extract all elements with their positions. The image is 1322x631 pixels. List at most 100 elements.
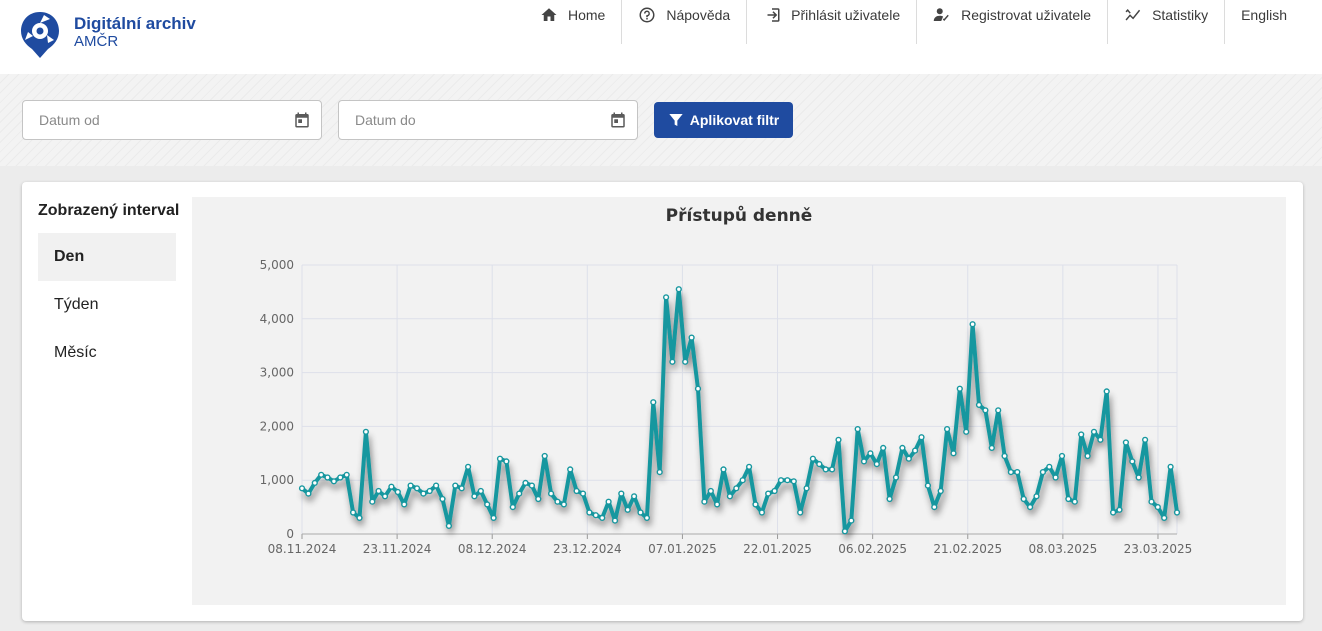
brand[interactable]: Digitální archiv AMČR (74, 14, 196, 51)
data-point[interactable] (458, 485, 465, 492)
data-point[interactable] (579, 490, 587, 497)
data-point[interactable] (931, 504, 938, 511)
data-point[interactable] (477, 487, 484, 495)
nav-register[interactable]: Registrovat uživatele (916, 0, 1107, 44)
data-point[interactable] (950, 450, 957, 457)
data-point[interactable] (1071, 498, 1078, 505)
data-point[interactable] (1154, 504, 1161, 511)
data-point[interactable] (509, 504, 516, 511)
data-point[interactable] (343, 471, 350, 478)
data-point[interactable] (1033, 493, 1040, 500)
data-point[interactable] (528, 482, 536, 489)
data-point[interactable] (963, 428, 970, 435)
data-point[interactable] (707, 487, 714, 495)
data-point[interactable] (1103, 388, 1110, 395)
data-point[interactable] (1090, 428, 1098, 435)
data-point[interactable] (650, 399, 657, 406)
data-point[interactable] (554, 498, 561, 505)
data-point[interactable] (407, 482, 414, 489)
data-point[interactable] (637, 509, 644, 516)
data-point[interactable] (822, 466, 829, 473)
data-point[interactable] (911, 447, 919, 454)
data-point[interactable] (1161, 514, 1168, 522)
data-point[interactable] (516, 490, 523, 497)
data-point[interactable] (682, 358, 689, 365)
data-point[interactable] (503, 458, 510, 465)
data-point[interactable] (1097, 436, 1104, 443)
data-point[interactable] (713, 501, 721, 508)
data-point[interactable] (905, 455, 912, 462)
data-point[interactable] (1058, 452, 1066, 460)
data-point[interactable] (1116, 506, 1123, 513)
data-point[interactable] (599, 514, 606, 522)
data-point[interactable] (739, 477, 746, 484)
data-point[interactable] (701, 498, 708, 505)
data-point[interactable] (886, 495, 893, 503)
data-point[interactable] (381, 493, 389, 500)
data-point[interactable] (1141, 436, 1149, 443)
nav-help[interactable]: Nápověda (621, 0, 746, 44)
data-point[interactable] (892, 474, 900, 481)
data-point[interactable] (867, 450, 874, 457)
data-point[interactable] (918, 434, 925, 441)
data-point[interactable] (720, 466, 727, 473)
data-point[interactable] (624, 506, 631, 513)
data-point[interactable] (420, 490, 427, 497)
data-point[interactable] (1078, 431, 1085, 438)
data-point[interactable] (305, 490, 312, 497)
data-point[interactable] (1084, 452, 1091, 460)
data-point[interactable] (835, 436, 842, 443)
data-point[interactable] (848, 517, 855, 524)
data-point[interactable] (560, 501, 568, 508)
data-point[interactable] (797, 509, 804, 516)
data-point[interactable] (573, 487, 580, 495)
data-point[interactable] (452, 482, 459, 489)
data-point[interactable] (394, 488, 401, 496)
data-point[interactable] (675, 286, 682, 293)
data-point[interactable] (688, 334, 695, 341)
data-point[interactable] (618, 490, 625, 497)
data-point[interactable] (1148, 498, 1155, 505)
data-point[interactable] (426, 487, 433, 495)
data-point[interactable] (854, 426, 861, 433)
amcr-logo-icon[interactable] (20, 10, 60, 60)
data-point[interactable] (465, 463, 472, 470)
interval-option-week[interactable]: Týden (38, 281, 176, 329)
data-point[interactable] (362, 428, 370, 435)
data-point[interactable] (535, 495, 542, 503)
data-point[interactable] (586, 509, 593, 516)
data-point[interactable] (969, 321, 976, 328)
data-point[interactable] (726, 493, 734, 500)
data-point[interactable] (1129, 458, 1136, 465)
data-point[interactable] (758, 509, 766, 516)
data-point[interactable] (1135, 474, 1142, 481)
data-point[interactable] (592, 512, 599, 519)
data-point[interactable] (816, 461, 823, 468)
data-point[interactable] (663, 294, 670, 301)
data-point[interactable] (975, 401, 983, 409)
apply-filter-button[interactable]: Aplikovat filtr (654, 102, 793, 138)
data-point[interactable] (995, 407, 1002, 414)
date-to-input[interactable] (339, 101, 589, 139)
data-point[interactable] (471, 493, 478, 500)
data-point[interactable] (790, 478, 797, 485)
data-point[interactable] (330, 478, 338, 485)
data-point[interactable] (413, 485, 421, 492)
data-point[interactable] (771, 487, 778, 495)
date-to-field[interactable] (338, 100, 638, 140)
data-point[interactable] (1109, 509, 1117, 516)
data-point[interactable] (350, 509, 357, 516)
data-point[interactable] (490, 514, 497, 522)
data-point[interactable] (943, 426, 951, 433)
calendar-icon[interactable] (293, 111, 311, 129)
interval-option-month[interactable]: Měsíc (38, 329, 176, 377)
data-point[interactable] (694, 385, 702, 392)
data-point[interactable] (631, 493, 638, 500)
data-point[interactable] (445, 522, 453, 530)
data-point[interactable] (643, 514, 651, 522)
data-point[interactable] (484, 501, 491, 508)
data-point[interactable] (956, 385, 963, 392)
data-point[interactable] (1173, 509, 1181, 516)
data-point[interactable] (298, 485, 306, 492)
data-point[interactable] (669, 358, 676, 365)
